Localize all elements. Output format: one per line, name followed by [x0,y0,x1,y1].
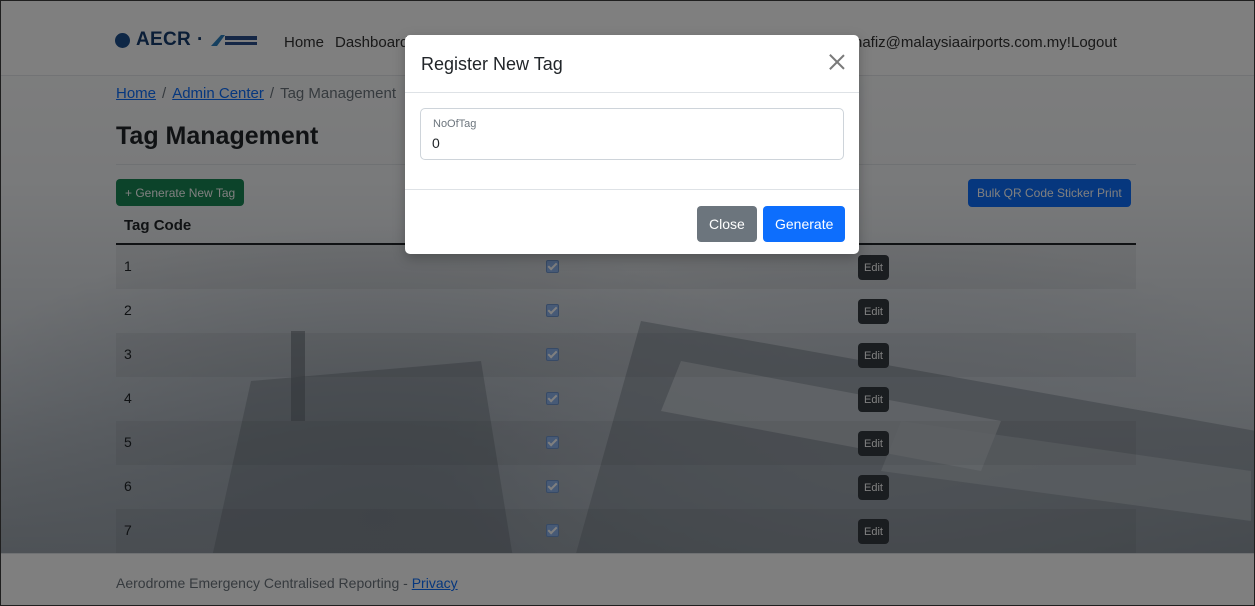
modal-title: Register New Tag [421,54,563,74]
close-button[interactable]: Close [697,206,757,242]
no-of-tag-input[interactable] [432,135,822,151]
modal-header: Register New Tag [405,35,859,93]
browser-viewport: AECR · Home Dashboard hafiz@malaysiaairp… [0,0,1255,606]
no-of-tag-label: NoOfTag [433,118,477,130]
no-of-tag-field[interactable]: NoOfTag [420,108,844,160]
generate-button[interactable]: Generate [763,206,846,242]
close-icon[interactable] [828,53,846,71]
modal-body: NoOfTag [405,93,859,190]
register-tag-modal: Register New Tag NoOfTag Close Generate [405,35,859,254]
